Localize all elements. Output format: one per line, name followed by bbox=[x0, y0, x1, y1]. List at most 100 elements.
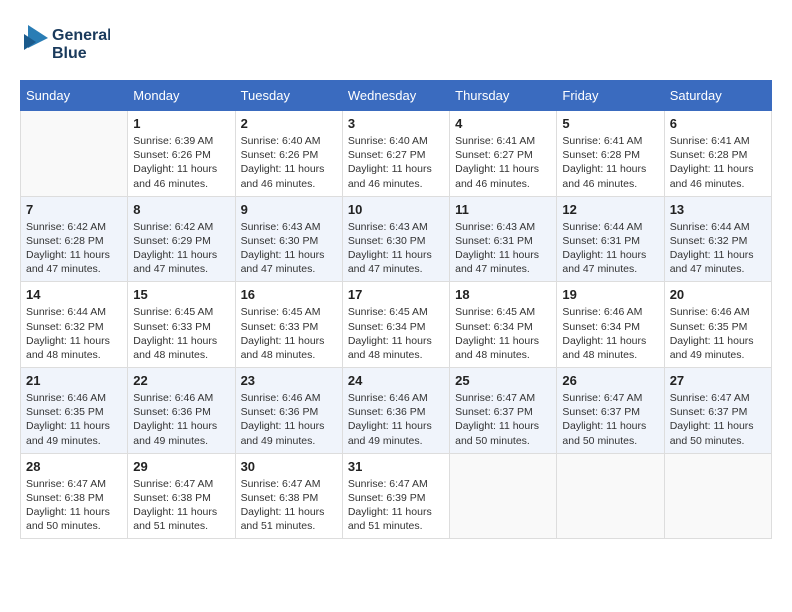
day-info: Sunrise: 6:41 AMSunset: 6:28 PMDaylight:… bbox=[670, 134, 766, 191]
day-number: 3 bbox=[348, 116, 444, 131]
header-day-monday: Monday bbox=[128, 81, 235, 111]
calendar-cell: 1 Sunrise: 6:39 AMSunset: 6:26 PMDaylight… bbox=[128, 111, 235, 197]
calendar-cell: 30 Sunrise: 6:47 AMSunset: 6:38 PMDayligh… bbox=[235, 453, 342, 539]
calendar-cell: 2Sunrise: 6:40 AMSunset: 6:26 PMDaylight… bbox=[235, 111, 342, 197]
calendar-week-5: 28Sunrise: 6:47 AMSunset: 6:38 PMDayligh… bbox=[21, 453, 772, 539]
calendar-week-2: 7 Sunrise: 6:42 AMSunset: 6:28 PMDaylight… bbox=[21, 196, 772, 282]
calendar-cell bbox=[664, 453, 771, 539]
day-info: Sunrise: 6:43 AMSunset: 6:30 PMDaylight:… bbox=[241, 220, 337, 277]
day-info: Sunrise: 6:47 AMSunset: 6:38 PMDaylight:… bbox=[26, 477, 122, 534]
calendar-cell: 28Sunrise: 6:47 AMSunset: 6:38 PMDayligh… bbox=[21, 453, 128, 539]
day-number: 13 bbox=[670, 202, 766, 217]
day-number: 24 bbox=[348, 373, 444, 388]
calendar-cell: 22 Sunrise: 6:46 AMSunset: 6:36 PMDayligh… bbox=[128, 368, 235, 454]
day-info: Sunrise: 6:46 AMSunset: 6:34 PMDaylight:… bbox=[562, 305, 658, 362]
day-info: Sunrise: 6:42 AMSunset: 6:28 PMDaylight:… bbox=[26, 220, 122, 277]
day-info: Sunrise: 6:45 AMSunset: 6:34 PMDaylight:… bbox=[455, 305, 551, 362]
day-info: Sunrise: 6:46 AMSunset: 6:35 PMDaylight:… bbox=[26, 391, 122, 448]
day-number: 12 bbox=[562, 202, 658, 217]
calendar-cell: 7 Sunrise: 6:42 AMSunset: 6:28 PMDaylight… bbox=[21, 196, 128, 282]
calendar-cell: 13 Sunrise: 6:44 AMSunset: 6:32 PMDayligh… bbox=[664, 196, 771, 282]
day-number: 29 bbox=[133, 459, 229, 474]
calendar-cell: 18 Sunrise: 6:45 AMSunset: 6:34 PMDayligh… bbox=[450, 282, 557, 368]
day-number: 27 bbox=[670, 373, 766, 388]
calendar-cell: 10 Sunrise: 6:43 AMSunset: 6:30 PMDayligh… bbox=[342, 196, 449, 282]
day-info: Sunrise: 6:42 AMSunset: 6:29 PMDaylight:… bbox=[133, 220, 229, 277]
calendar-cell: 12Sunrise: 6:44 AMSunset: 6:31 PMDayligh… bbox=[557, 196, 664, 282]
logo: GeneralBlue bbox=[20, 20, 110, 64]
day-number: 10 bbox=[348, 202, 444, 217]
calendar-cell: 9 Sunrise: 6:43 AMSunset: 6:30 PMDaylight… bbox=[235, 196, 342, 282]
day-info: Sunrise: 6:45 AMSunset: 6:34 PMDaylight:… bbox=[348, 305, 444, 362]
day-number: 6 bbox=[670, 116, 766, 131]
day-number: 18 bbox=[455, 287, 551, 302]
day-info: Sunrise: 6:46 AMSunset: 6:36 PMDaylight:… bbox=[241, 391, 337, 448]
day-number: 15 bbox=[133, 287, 229, 302]
calendar-cell: 25Sunrise: 6:47 AMSunset: 6:37 PMDayligh… bbox=[450, 368, 557, 454]
day-info: Sunrise: 6:39 AMSunset: 6:26 PMDaylight:… bbox=[133, 134, 229, 191]
calendar-cell: 21Sunrise: 6:46 AMSunset: 6:35 PMDayligh… bbox=[21, 368, 128, 454]
calendar-header-row: SundayMondayTuesdayWednesdayThursdayFrid… bbox=[21, 81, 772, 111]
calendar-cell: 15 Sunrise: 6:45 AMSunset: 6:33 PMDayligh… bbox=[128, 282, 235, 368]
day-info: Sunrise: 6:43 AMSunset: 6:30 PMDaylight:… bbox=[348, 220, 444, 277]
day-info: Sunrise: 6:46 AMSunset: 6:35 PMDaylight:… bbox=[670, 305, 766, 362]
day-info: Sunrise: 6:47 AMSunset: 6:38 PMDaylight:… bbox=[241, 477, 337, 534]
calendar-cell: 11 Sunrise: 6:43 AMSunset: 6:31 PMDayligh… bbox=[450, 196, 557, 282]
day-number: 5 bbox=[562, 116, 658, 131]
day-info: Sunrise: 6:40 AMSunset: 6:27 PMDaylight:… bbox=[348, 134, 444, 191]
calendar-table: SundayMondayTuesdayWednesdayThursdayFrid… bbox=[20, 80, 772, 539]
calendar-cell: 16 Sunrise: 6:45 AMSunset: 6:33 PMDayligh… bbox=[235, 282, 342, 368]
day-number: 26 bbox=[562, 373, 658, 388]
day-info: Sunrise: 6:45 AMSunset: 6:33 PMDaylight:… bbox=[133, 305, 229, 362]
day-info: Sunrise: 6:41 AMSunset: 6:28 PMDaylight:… bbox=[562, 134, 658, 191]
day-info: Sunrise: 6:41 AMSunset: 6:27 PMDaylight:… bbox=[455, 134, 551, 191]
day-number: 30 bbox=[241, 459, 337, 474]
calendar-cell: 8Sunrise: 6:42 AMSunset: 6:29 PMDaylight… bbox=[128, 196, 235, 282]
header-day-sunday: Sunday bbox=[21, 81, 128, 111]
day-number: 7 bbox=[26, 202, 122, 217]
day-info: Sunrise: 6:45 AMSunset: 6:33 PMDaylight:… bbox=[241, 305, 337, 362]
day-number: 11 bbox=[455, 202, 551, 217]
calendar-cell: 31 Sunrise: 6:47 AMSunset: 6:39 PMDayligh… bbox=[342, 453, 449, 539]
calendar-cell: 3 Sunrise: 6:40 AMSunset: 6:27 PMDaylight… bbox=[342, 111, 449, 197]
day-info: Sunrise: 6:47 AMSunset: 6:37 PMDaylight:… bbox=[670, 391, 766, 448]
day-info: Sunrise: 6:46 AMSunset: 6:36 PMDaylight:… bbox=[348, 391, 444, 448]
calendar-cell bbox=[450, 453, 557, 539]
header-day-wednesday: Wednesday bbox=[342, 81, 449, 111]
day-info: Sunrise: 6:43 AMSunset: 6:31 PMDaylight:… bbox=[455, 220, 551, 277]
day-info: Sunrise: 6:44 AMSunset: 6:32 PMDaylight:… bbox=[670, 220, 766, 277]
general-blue-logo: GeneralBlue bbox=[20, 20, 110, 64]
calendar-cell bbox=[21, 111, 128, 197]
day-info: Sunrise: 6:44 AMSunset: 6:32 PMDaylight:… bbox=[26, 305, 122, 362]
day-number: 1 bbox=[133, 116, 229, 131]
calendar-cell: 19Sunrise: 6:46 AMSunset: 6:34 PMDayligh… bbox=[557, 282, 664, 368]
calendar-cell bbox=[557, 453, 664, 539]
calendar-cell: 23 Sunrise: 6:46 AMSunset: 6:36 PMDayligh… bbox=[235, 368, 342, 454]
day-number: 16 bbox=[241, 287, 337, 302]
day-number: 17 bbox=[348, 287, 444, 302]
calendar-cell: 27 Sunrise: 6:47 AMSunset: 6:37 PMDayligh… bbox=[664, 368, 771, 454]
calendar-cell: 24 Sunrise: 6:46 AMSunset: 6:36 PMDayligh… bbox=[342, 368, 449, 454]
calendar-week-4: 21Sunrise: 6:46 AMSunset: 6:35 PMDayligh… bbox=[21, 368, 772, 454]
calendar-cell: 20Sunrise: 6:46 AMSunset: 6:35 PMDayligh… bbox=[664, 282, 771, 368]
calendar-cell: 5 Sunrise: 6:41 AMSunset: 6:28 PMDaylight… bbox=[557, 111, 664, 197]
day-number: 31 bbox=[348, 459, 444, 474]
page-header: GeneralBlue bbox=[20, 20, 772, 64]
day-info: Sunrise: 6:47 AMSunset: 6:37 PMDaylight:… bbox=[562, 391, 658, 448]
calendar-week-1: 1 Sunrise: 6:39 AMSunset: 6:26 PMDaylight… bbox=[21, 111, 772, 197]
day-number: 14 bbox=[26, 287, 122, 302]
day-number: 22 bbox=[133, 373, 229, 388]
calendar-cell: 26 Sunrise: 6:47 AMSunset: 6:37 PMDayligh… bbox=[557, 368, 664, 454]
calendar-cell: 14 Sunrise: 6:44 AMSunset: 6:32 PMDayligh… bbox=[21, 282, 128, 368]
day-info: Sunrise: 6:46 AMSunset: 6:36 PMDaylight:… bbox=[133, 391, 229, 448]
day-info: Sunrise: 6:47 AMSunset: 6:37 PMDaylight:… bbox=[455, 391, 551, 448]
day-number: 9 bbox=[241, 202, 337, 217]
calendar-cell: 17 Sunrise: 6:45 AMSunset: 6:34 PMDayligh… bbox=[342, 282, 449, 368]
calendar-cell: 29 Sunrise: 6:47 AMSunset: 6:38 PMDayligh… bbox=[128, 453, 235, 539]
calendar-week-3: 14 Sunrise: 6:44 AMSunset: 6:32 PMDayligh… bbox=[21, 282, 772, 368]
day-info: Sunrise: 6:47 AMSunset: 6:39 PMDaylight:… bbox=[348, 477, 444, 534]
svg-text:Blue: Blue bbox=[52, 45, 87, 62]
day-info: Sunrise: 6:40 AMSunset: 6:26 PMDaylight:… bbox=[241, 134, 337, 191]
day-info: Sunrise: 6:47 AMSunset: 6:38 PMDaylight:… bbox=[133, 477, 229, 534]
day-number: 23 bbox=[241, 373, 337, 388]
